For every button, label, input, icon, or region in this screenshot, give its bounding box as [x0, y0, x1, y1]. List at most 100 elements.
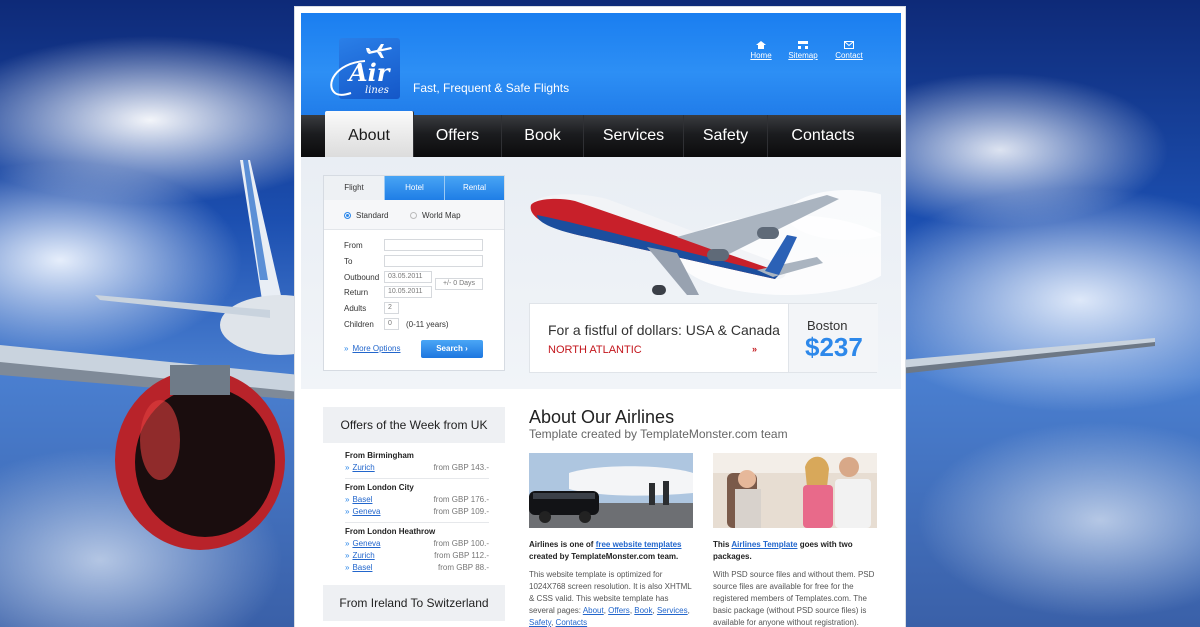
- radio-checked-icon: [344, 212, 351, 219]
- promo-title: For a fistful of dollars: USA & Canada: [548, 322, 780, 338]
- promo-price: $237: [805, 332, 863, 362]
- outbound-date-input[interactable]: 03.05.2011: [384, 271, 432, 283]
- main-nav: About Offers Book Services Safety Contac…: [301, 111, 901, 157]
- offer-item[interactable]: » Geneva from GBP 109.-: [345, 507, 489, 519]
- nav-item-contacts[interactable]: Contacts: [768, 115, 878, 157]
- promo-city: Boston: [807, 318, 848, 333]
- services-link[interactable]: Services: [657, 606, 688, 615]
- offer-group-title: From London Heathrow: [345, 527, 436, 536]
- contacts-link[interactable]: Contacts: [556, 618, 588, 627]
- to-label: To: [344, 257, 353, 266]
- col2-heading: This Airlines Template goes with two pac…: [713, 539, 877, 563]
- offer-item[interactable]: » Geneva from GBP 100.-: [345, 539, 489, 551]
- children-input[interactable]: 0: [384, 318, 399, 330]
- offer-price: from GBP 100.-: [433, 539, 489, 548]
- offer-price: from GBP 109.-: [433, 507, 489, 516]
- airlines-template-link[interactable]: Airlines Template: [731, 540, 797, 549]
- chevron-right-icon: ›: [465, 344, 468, 353]
- home-link[interactable]: Home: [741, 41, 781, 60]
- about-subtitle: Template created by TemplateMonster.com …: [529, 427, 788, 441]
- background-wing-image: [900, 338, 1155, 374]
- col1-heading-text: Airlines is one of: [529, 540, 596, 549]
- logo-text: Air: [349, 58, 390, 87]
- tab-rental[interactable]: Rental: [444, 176, 504, 200]
- offer-price: from GBP 88.-: [438, 563, 489, 572]
- offer-city[interactable]: Basel: [352, 495, 372, 504]
- chevron-right-icon: »: [345, 507, 350, 516]
- site-header: Air lines Fast, Frequent & Safe Flights …: [301, 13, 901, 121]
- separator: ,: [687, 606, 690, 615]
- contact-link[interactable]: Contact: [829, 41, 869, 60]
- radio-standard[interactable]: Standard: [344, 211, 388, 220]
- offer-city[interactable]: Geneva: [352, 539, 380, 548]
- promo-card[interactable]: For a fistful of dollars: USA & Canada N…: [529, 303, 878, 373]
- offer-price: from GBP 143.-: [433, 463, 489, 472]
- offer-city[interactable]: Basel: [352, 563, 372, 572]
- children-label: Children: [344, 320, 374, 329]
- radio-world-map-label: World Map: [422, 211, 461, 220]
- nav-item-book[interactable]: Book: [502, 115, 584, 157]
- top-links: Home Sitemap Contact: [741, 41, 871, 71]
- more-options-link[interactable]: » More Options: [344, 344, 400, 353]
- offer-group-title: From London City: [345, 483, 414, 492]
- home-icon: [756, 41, 766, 49]
- safety-link[interactable]: Safety: [529, 618, 551, 627]
- contact-link-label: Contact: [835, 51, 863, 60]
- col1-heading: Airlines is one of free website template…: [529, 539, 693, 563]
- children-note: (0-11 years): [406, 320, 449, 329]
- flight-search-widget: Flight Hotel Rental Standard World Map F…: [323, 175, 505, 371]
- offer-city[interactable]: Zurich: [352, 463, 374, 472]
- offers-link[interactable]: Offers: [608, 606, 630, 615]
- tab-flight[interactable]: Flight: [324, 176, 384, 200]
- promo-region: NORTH ATLANTIC: [548, 344, 642, 356]
- offer-city[interactable]: Zurich: [352, 551, 374, 560]
- adults-input[interactable]: 2: [384, 302, 399, 314]
- offer-item[interactable]: » Zurich from GBP 143.-: [345, 463, 489, 475]
- chevron-right-icon: »: [345, 463, 350, 472]
- book-link[interactable]: Book: [634, 606, 652, 615]
- home-link-label: Home: [750, 51, 772, 60]
- about-link[interactable]: About: [583, 606, 604, 615]
- nav-item-safety[interactable]: Safety: [684, 115, 768, 157]
- return-date-input[interactable]: 10.05.2011: [384, 286, 432, 298]
- adults-label: Adults: [344, 304, 367, 313]
- divider: [345, 478, 489, 479]
- sitemap-link-label: Sitemap: [788, 51, 818, 60]
- free-templates-link[interactable]: free website templates: [596, 540, 682, 549]
- chevron-right-icon: »: [344, 344, 349, 353]
- sitemap-link[interactable]: Sitemap: [783, 41, 823, 60]
- logo-subtext: lines: [365, 85, 389, 96]
- from-input[interactable]: [384, 239, 483, 251]
- offer-item[interactable]: » Basel from GBP 176.-: [345, 495, 489, 507]
- offer-city[interactable]: Geneva: [352, 507, 380, 516]
- about-title: About Our Airlines: [529, 407, 675, 427]
- divider: [345, 522, 489, 523]
- from-label: From: [344, 241, 363, 250]
- offer-price: from GBP 112.-: [434, 551, 489, 560]
- sitemap-icon: [798, 41, 808, 49]
- chevron-right-icon: »: [345, 551, 350, 560]
- promo-price-box: Boston $237: [788, 304, 878, 372]
- more-options-label: More Options: [352, 344, 401, 353]
- search-tabs: Flight Hotel Rental: [324, 176, 504, 200]
- double-chevron-right-icon[interactable]: »: [752, 344, 757, 354]
- private-jet-photo: [529, 453, 693, 528]
- offer-item[interactable]: » Zurich from GBP 112.-: [345, 551, 489, 563]
- to-input[interactable]: [384, 255, 483, 267]
- tab-hotel[interactable]: Hotel: [384, 176, 444, 200]
- nav-item-offers[interactable]: Offers: [414, 115, 502, 157]
- passengers-photo: [713, 453, 877, 528]
- nav-item-about[interactable]: About: [325, 111, 414, 157]
- search-button[interactable]: Search ›: [421, 340, 483, 358]
- col1-heading-text-end: created by TemplateMonster.com team.: [529, 552, 679, 561]
- offers-title-ireland: From Ireland To Switzerland: [323, 585, 505, 621]
- col2-body: With PSD source files and without them. …: [713, 570, 875, 627]
- search-mode-row: Standard World Map: [324, 200, 504, 230]
- background-airplane-image: [0, 160, 300, 550]
- offer-item[interactable]: » Basel from GBP 88.-: [345, 563, 489, 575]
- hero-section: Flight Hotel Rental Standard World Map F…: [301, 157, 901, 389]
- radio-world-map[interactable]: World Map: [410, 211, 461, 220]
- nav-item-services[interactable]: Services: [584, 115, 684, 157]
- airplane-icon: [366, 44, 392, 58]
- days-range-select[interactable]: +/- 0 Days: [435, 278, 483, 290]
